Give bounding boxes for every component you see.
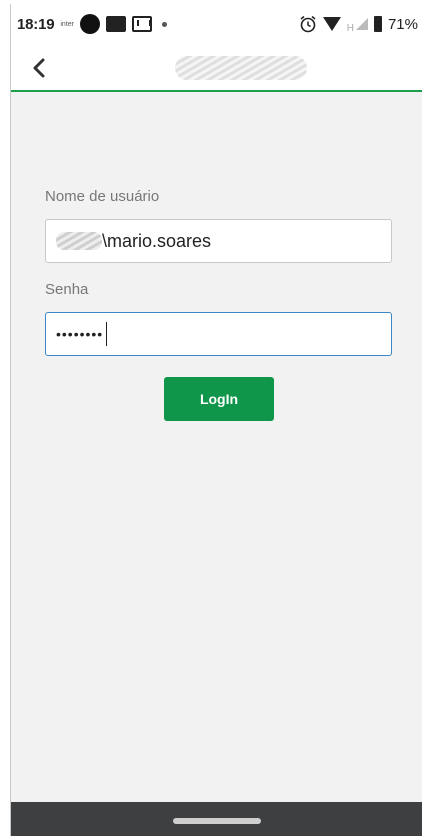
app-logo-redacted xyxy=(175,56,307,80)
more-notifications-icon xyxy=(162,21,167,27)
status-bar: 18:19 inter H 71% xyxy=(11,4,422,44)
password-value: •••••••• xyxy=(56,326,104,342)
login-button[interactable]: LogIn xyxy=(164,377,274,421)
battery-percent: 71% xyxy=(387,15,418,33)
password-input[interactable]: •••••••• xyxy=(45,312,392,356)
network-type-label: H xyxy=(346,22,354,34)
back-button[interactable] xyxy=(23,52,55,84)
alarm-icon xyxy=(300,15,316,33)
status-time: 18:19 xyxy=(17,15,55,33)
domain-redacted xyxy=(56,232,102,250)
status-right: H 71% xyxy=(299,15,418,34)
battery-icon xyxy=(373,16,382,32)
username-input[interactable]: \mario.soares xyxy=(45,219,392,263)
username-value: \mario.soares xyxy=(102,230,212,251)
home-gesture-pill[interactable] xyxy=(172,818,261,824)
username-label: Nome de usuário xyxy=(45,188,160,205)
text-cursor xyxy=(106,322,108,346)
login-form: Nome de usuário \mario.soares Senha ••••… xyxy=(45,188,392,356)
notification-dot-icon xyxy=(80,14,100,34)
app-screen: 18:19 inter H 71% Nome de usuário \mario… xyxy=(10,4,422,836)
chevron-left-icon xyxy=(33,58,45,78)
status-left: 18:19 inter xyxy=(17,14,167,34)
signal-icon xyxy=(355,18,368,30)
wifi-icon xyxy=(322,17,341,31)
system-nav-bar xyxy=(11,802,422,836)
mail-notification-icon xyxy=(132,16,152,32)
carrier-label: inter xyxy=(60,20,74,28)
password-label: Senha xyxy=(45,281,89,298)
gallery-notification-icon xyxy=(106,16,126,32)
app-bar xyxy=(11,44,422,92)
